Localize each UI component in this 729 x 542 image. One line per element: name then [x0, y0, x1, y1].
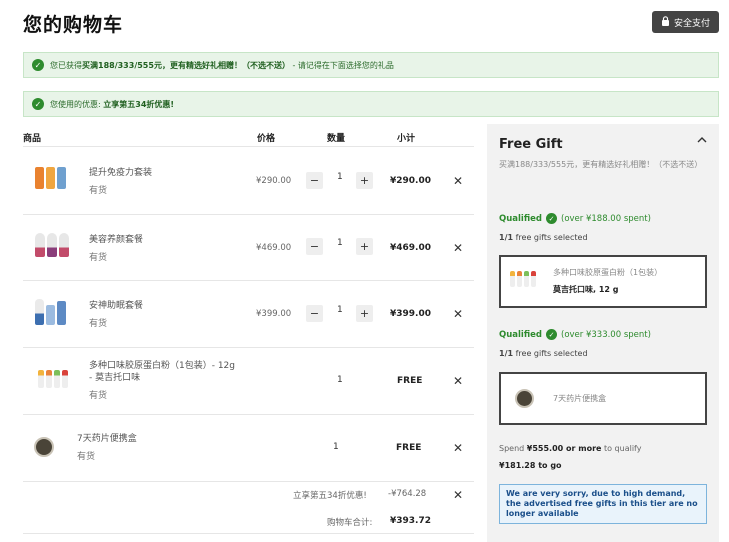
decrease-qty-button[interactable]: −	[306, 238, 323, 255]
tier-qualified: Qualified ✓ (over ¥188.00 spent)	[499, 213, 651, 224]
discount-banner: ✓ 您使用的优惠: 立享第五34折优惠!	[23, 91, 719, 117]
gift-image	[510, 271, 536, 287]
gift-banner: ✓ 您已获得买满188/333/555元，更有精选好礼相赠！（不选不送） - 请…	[23, 52, 719, 78]
unit-price: ¥290.00	[256, 176, 292, 186]
remove-item-icon[interactable]: ✕	[453, 307, 463, 321]
row-subtotal: ¥290.00	[390, 176, 431, 186]
discount-value: -¥764.28	[388, 489, 427, 499]
remaining-amount: ¥181.28 to go	[499, 461, 562, 470]
next-tier-text: Spend ¥555.00 or more to qualify	[499, 444, 642, 453]
product-image	[35, 233, 69, 257]
cart-total-label: 购物车合计:	[327, 518, 373, 528]
divider	[23, 414, 474, 415]
table-row: 安神助眠套餐 有货	[89, 300, 234, 329]
divider	[23, 214, 474, 215]
increase-qty-button[interactable]: +	[356, 238, 373, 255]
stock-status: 有货	[89, 391, 108, 401]
check-circle-icon: ✓	[546, 213, 557, 224]
header-qty: 数量	[327, 134, 346, 144]
cart-total-value: ¥393.72	[390, 516, 431, 526]
check-circle-icon: ✓	[32, 98, 44, 110]
remove-item-icon[interactable]: ✕	[453, 174, 463, 188]
table-row: 多种口味胶原蛋白粉（1包装）- 12g - 莫吉托口味 有货	[89, 360, 239, 401]
gift-name: 多种口味胶原蛋白粉（1包装）	[553, 268, 663, 277]
stock-status: 有货	[89, 186, 108, 196]
gift-variant: 莫吉托口味, 12 g	[553, 285, 619, 294]
row-subtotal: FREE	[397, 376, 423, 386]
page-title: 您的购物车	[23, 14, 124, 36]
table-row: 7天药片便携盒 有货	[77, 433, 222, 462]
qty-value[interactable]: 1	[337, 305, 343, 315]
tier-qualified: Qualified ✓ (over ¥333.00 spent)	[499, 329, 651, 340]
header-price: 价格	[257, 134, 276, 144]
increase-qty-button[interactable]: +	[356, 172, 373, 189]
qty-value[interactable]: 1	[337, 238, 343, 248]
free-gift-title: Free Gift	[499, 137, 563, 152]
decrease-qty-button[interactable]: −	[306, 172, 323, 189]
product-image	[35, 299, 66, 325]
divider	[23, 481, 474, 482]
remove-item-icon[interactable]: ✕	[453, 241, 463, 255]
product-name[interactable]: 提升免疫力套装	[89, 167, 234, 179]
product-name: 7天药片便携盒	[77, 434, 137, 444]
stock-status: 有货	[89, 253, 108, 263]
divider	[23, 280, 474, 281]
stock-status: 有货	[77, 452, 96, 462]
unit-price: ¥399.00	[256, 309, 292, 319]
increase-qty-button[interactable]: +	[356, 305, 373, 322]
gift-image	[515, 389, 534, 408]
qty-value[interactable]: 1	[337, 172, 343, 182]
table-row: 提升免疫力套装 有货	[89, 167, 234, 196]
qty-value: 1	[333, 442, 339, 452]
unit-price: ¥469.00	[256, 243, 292, 253]
gift-name: 7天药片便携盒	[553, 394, 607, 403]
product-name[interactable]: 安神助眠套餐	[89, 300, 234, 312]
chevron-up-icon[interactable]	[697, 134, 707, 147]
secure-checkout-button[interactable]: 安全支付	[652, 11, 719, 33]
gift-banner-text: 您已获得买满188/333/555元，更有精选好礼相赠！（不选不送） - 请记得…	[50, 60, 394, 70]
stock-status: 有货	[89, 319, 108, 329]
free-gift-description: 买满188/333/555元，更有精选好礼相赠！（不选不送）	[499, 160, 703, 169]
qty-value: 1	[337, 375, 343, 385]
discount-banner-text: 您使用的优惠: 立享第五34折优惠!	[50, 99, 175, 109]
discount-label: 立享第五34折优惠!	[293, 491, 367, 501]
header-subtotal: 小计	[397, 134, 416, 144]
remove-item-icon[interactable]: ✕	[453, 441, 463, 455]
product-image	[34, 437, 54, 457]
secure-checkout-label: 安全支付	[673, 18, 710, 29]
remove-item-icon[interactable]: ✕	[453, 374, 463, 388]
decrease-qty-button[interactable]: −	[306, 305, 323, 322]
row-subtotal: ¥469.00	[390, 243, 431, 253]
check-circle-icon: ✓	[546, 329, 557, 340]
remove-discount-icon[interactable]: ✕	[453, 488, 463, 502]
product-name[interactable]: 美容养颜套餐	[89, 234, 234, 246]
lock-icon	[661, 15, 670, 29]
row-subtotal: FREE	[396, 443, 422, 453]
tier-gift-count: 1/1 free gifts selected	[499, 233, 588, 242]
product-name: 多种口味胶原蛋白粉（1包装）- 12g - 莫吉托口味	[89, 361, 236, 383]
divider	[23, 533, 474, 534]
product-image	[35, 167, 66, 189]
product-image	[38, 370, 68, 388]
out-of-stock-alert: We are very sorry, due to high demand, t…	[499, 484, 707, 524]
header-product: 商品	[23, 134, 42, 144]
row-subtotal: ¥399.00	[390, 309, 431, 319]
tier-gift-count: 1/1 free gifts selected	[499, 349, 588, 358]
divider	[23, 347, 474, 348]
divider	[23, 146, 474, 147]
table-row: 美容养颜套餐 有货	[89, 234, 234, 263]
check-circle-icon: ✓	[32, 59, 44, 71]
